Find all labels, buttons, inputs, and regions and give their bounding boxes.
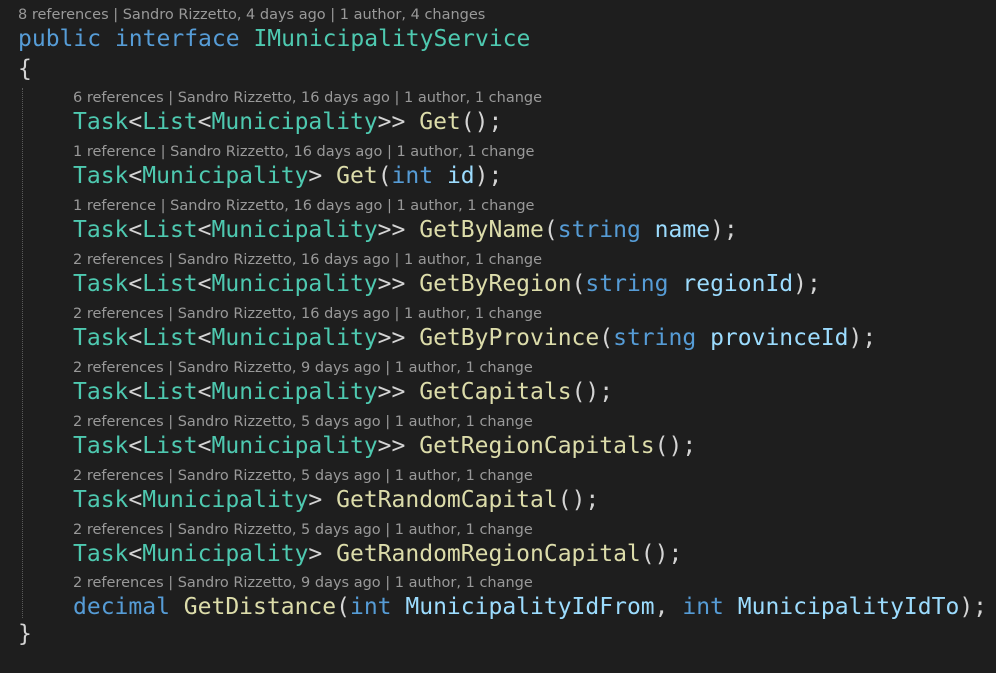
- return-type-outer: Task: [73, 487, 129, 513]
- code-editor[interactable]: 8 references | Sandro Rizzetto, 4 days a…: [0, 0, 996, 673]
- param-name: MunicipalityIdTo: [737, 594, 960, 620]
- method-close: );: [585, 379, 614, 405]
- return-type-mid: List: [142, 433, 198, 459]
- codelens-member[interactable]: 2 references | Sandro Rizzetto, 16 days …: [73, 250, 542, 270]
- return-type-inner: Municipality: [142, 541, 309, 567]
- codelens-member[interactable]: 1 reference | Sandro Rizzetto, 16 days a…: [73, 196, 534, 216]
- method-name[interactable]: GetByName: [419, 217, 544, 243]
- param-type: string: [585, 271, 669, 297]
- generic-close: >>: [377, 325, 406, 351]
- method-name[interactable]: GetDistance: [184, 594, 336, 620]
- param-type: int: [349, 594, 392, 620]
- return-type-inner: Municipality: [211, 217, 378, 243]
- method-close: );: [848, 325, 877, 351]
- method-name[interactable]: GetByRegion: [419, 271, 571, 297]
- codelens-member[interactable]: 2 references | Sandro Rizzetto, 5 days a…: [73, 466, 533, 486]
- generic-close: >>: [377, 271, 406, 297]
- param-name: provinceId: [710, 325, 849, 351]
- method-signature[interactable]: Task<List<Municipality>> GetRegionCapita…: [73, 431, 696, 461]
- method-name[interactable]: Get: [336, 163, 378, 189]
- method-close: );: [793, 271, 821, 297]
- return-type-mid: List: [142, 325, 198, 351]
- generic-close: >: [308, 487, 323, 513]
- return-type-inner: Municipality: [142, 487, 309, 513]
- method-close: );: [654, 541, 683, 567]
- method-name[interactable]: GetCapitals: [419, 379, 571, 405]
- keyword-interface: interface: [114, 26, 240, 52]
- param-name: MunicipalityIdFrom: [405, 594, 655, 620]
- return-type-outer: Task: [73, 379, 129, 405]
- return-type-inner: Municipality: [142, 163, 309, 189]
- keyword-public: public: [18, 26, 102, 52]
- generic-close: >>: [377, 109, 406, 135]
- generic-close: >: [308, 163, 323, 189]
- method-signature[interactable]: Task<List<Municipality>> GetCapitals();: [73, 377, 613, 407]
- method-name[interactable]: GetRandomRegionCapital: [336, 541, 641, 567]
- return-type: decimal: [73, 594, 170, 620]
- param-name: id: [446, 163, 475, 189]
- param-separator: ,: [654, 594, 669, 620]
- generic-close: >>: [377, 433, 406, 459]
- method-close: );: [959, 594, 988, 620]
- open-brace: {: [18, 56, 32, 82]
- codelens-member[interactable]: 1 reference | Sandro Rizzetto, 16 days a…: [73, 142, 534, 162]
- return-type-inner: Municipality: [211, 271, 378, 297]
- generic-close: >>: [377, 379, 406, 405]
- method-close: );: [710, 217, 738, 243]
- param-type: string: [557, 217, 641, 243]
- return-type-mid: List: [142, 217, 198, 243]
- method-signature[interactable]: Task<Municipality> GetRandomCapital();: [73, 485, 599, 515]
- param-name: name: [654, 217, 711, 243]
- method-close: );: [571, 487, 600, 513]
- return-type-outer: Task: [73, 271, 129, 297]
- method-signature[interactable]: Task<List<Municipality>> GetByRegion(str…: [73, 269, 821, 299]
- indent-guide: [22, 88, 23, 618]
- generic-close: >>: [377, 217, 406, 243]
- param-name: regionId: [682, 271, 794, 297]
- return-type-outer: Task: [73, 325, 129, 351]
- method-close: );: [474, 163, 503, 189]
- method-close: );: [474, 109, 503, 135]
- method-signature[interactable]: Task<List<Municipality>> GetByProvince(s…: [73, 323, 876, 353]
- method-signature[interactable]: Task<Municipality> Get(int id);: [73, 161, 502, 191]
- return-type-mid: List: [142, 379, 198, 405]
- codelens-member[interactable]: 2 references | Sandro Rizzetto, 5 days a…: [73, 412, 533, 432]
- param-type: string: [613, 325, 697, 351]
- interface-declaration[interactable]: public interface IMunicipalityService: [18, 24, 530, 54]
- method-signature[interactable]: decimal GetDistance(int MunicipalityIdFr…: [73, 592, 987, 622]
- return-type-mid: List: [142, 271, 198, 297]
- return-type-inner: Municipality: [211, 433, 378, 459]
- method-name[interactable]: Get: [419, 109, 461, 135]
- method-signature[interactable]: Task<List<Municipality>> Get();: [73, 107, 502, 137]
- method-name[interactable]: GetByProvince: [419, 325, 599, 351]
- interface-name: IMunicipalityService: [253, 26, 531, 52]
- return-type-inner: Municipality: [211, 379, 378, 405]
- method-name[interactable]: GetRandomCapital: [336, 487, 558, 513]
- return-type-outer: Task: [73, 163, 129, 189]
- return-type-outer: Task: [73, 433, 129, 459]
- return-type-outer: Task: [73, 217, 129, 243]
- codelens-member[interactable]: 2 references | Sandro Rizzetto, 5 days a…: [73, 520, 533, 540]
- param-type: int: [682, 594, 724, 620]
- codelens-interface[interactable]: 8 references | Sandro Rizzetto, 4 days a…: [18, 5, 485, 25]
- codelens-member[interactable]: 2 references | Sandro Rizzetto, 9 days a…: [73, 358, 533, 378]
- codelens-member[interactable]: 2 references | Sandro Rizzetto, 16 days …: [73, 304, 542, 324]
- codelens-member[interactable]: 2 references | Sandro Rizzetto, 9 days a…: [73, 573, 533, 593]
- method-signature[interactable]: Task<Municipality> GetRandomRegionCapita…: [73, 539, 682, 569]
- method-close: );: [668, 433, 697, 459]
- return-type-outer: Task: [73, 109, 129, 135]
- method-signature[interactable]: Task<List<Municipality>> GetByName(strin…: [73, 215, 738, 245]
- method-name[interactable]: GetRegionCapitals: [419, 433, 654, 459]
- generic-close: >: [308, 541, 323, 567]
- return-type-inner: Municipality: [211, 109, 378, 135]
- return-type-outer: Task: [73, 541, 129, 567]
- return-type-mid: List: [142, 109, 198, 135]
- return-type-inner: Municipality: [211, 325, 378, 351]
- param-type: int: [391, 163, 434, 189]
- codelens-member[interactable]: 6 references | Sandro Rizzetto, 16 days …: [73, 88, 542, 108]
- close-brace: }: [18, 621, 32, 647]
